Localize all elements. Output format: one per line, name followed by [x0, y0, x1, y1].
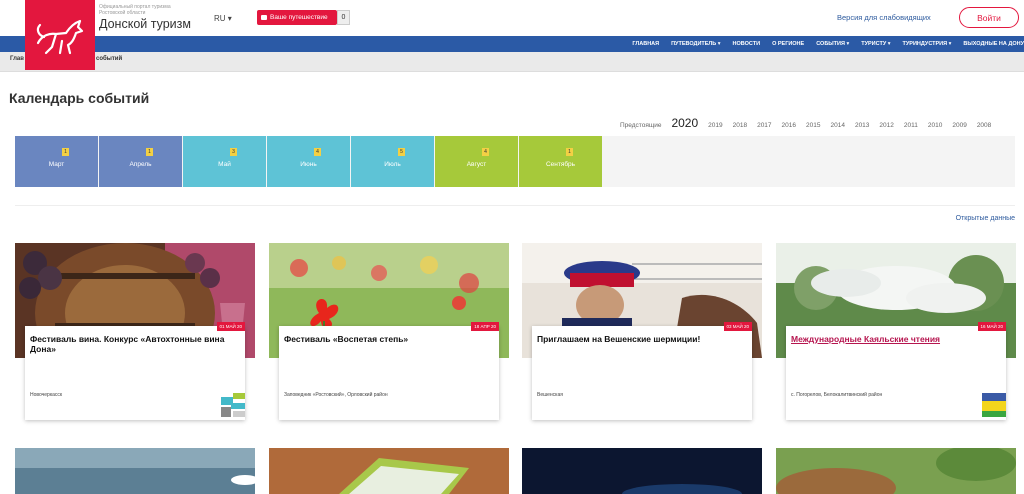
divider — [15, 205, 1015, 206]
event-image-partial[interactable] — [522, 448, 762, 494]
language-select[interactable]: RU ▾ — [214, 14, 232, 23]
brand-subtitle: Официальный портал туризма Ростовской об… — [99, 4, 171, 16]
page: Официальный портал туризма Ростовской об… — [0, 0, 1024, 494]
month-label: Август — [466, 160, 487, 168]
nav-item[interactable]: ТУРИНДУСТРИЯ ▾ — [903, 41, 952, 47]
month-label: Июнь — [300, 160, 317, 168]
year-current[interactable]: 2020 — [671, 116, 698, 130]
event-date-badge: 18 АПР 20 — [471, 322, 499, 331]
event-title[interactable]: Фестиваль вина. Конкурс «Автохтонные вин… — [30, 334, 235, 354]
month-event-count: 4 — [314, 148, 321, 156]
year-link[interactable]: 2009 — [952, 122, 966, 129]
year-link[interactable]: 2014 — [830, 122, 844, 129]
month-label: Июль — [384, 160, 401, 168]
month-tab[interactable]: 4 Август — [435, 136, 518, 187]
month-tab[interactable]: 1 Сентябрь — [519, 136, 602, 187]
event-card[interactable]: 18 АПР 20 Фестиваль «Воспетая степь» Зап… — [269, 243, 509, 423]
event-date-badge: 01 МАЙ 20 — [216, 322, 245, 331]
month-event-count: 5 — [398, 148, 405, 156]
month-event-count: 1 — [62, 148, 69, 156]
nav-item[interactable]: ТУРИСТУ ▾ — [861, 41, 890, 47]
event-place: Вешенская — [537, 392, 563, 398]
year-link[interactable]: 2010 — [928, 122, 942, 129]
site-header: Официальный портал туризма Ростовской об… — [0, 0, 1024, 70]
event-title[interactable]: Приглашаем на Вешенские шермиции! — [537, 334, 742, 344]
event-date-badge: 03 МАЙ 20 — [723, 322, 752, 331]
month-tab[interactable]: 3 Май — [183, 136, 266, 187]
suitcase-icon — [261, 15, 267, 20]
event-title[interactable]: Международные Каяльские чтения — [791, 334, 996, 344]
year-link[interactable]: 2019 — [708, 122, 722, 129]
year-link[interactable]: 2017 — [757, 122, 771, 129]
novocherkassk-emblem-icon — [221, 393, 245, 417]
year-link[interactable]: 2018 — [733, 122, 747, 129]
event-card-body: 01 МАЙ 20 Фестиваль вина. Конкурс «Автох… — [25, 322, 245, 420]
month-event-count: 4 — [482, 148, 489, 156]
month-label: Май — [218, 160, 231, 168]
brand-title[interactable]: Донской туризм — [99, 17, 191, 31]
main-nav: ГЛАВНАЯ ПУТЕВОДИТЕЛЬ ▾ НОВОСТИ О РЕГИОНЕ СОБ… — [0, 36, 1024, 52]
year-link[interactable]: 2016 — [782, 122, 796, 129]
trip-count-badge: 0 — [337, 10, 350, 25]
nav-item[interactable]: НОВОСТИ — [733, 41, 761, 47]
year-link[interactable]: 2015 — [806, 122, 820, 129]
login-button[interactable]: Войти — [959, 7, 1019, 28]
year-upcoming[interactable]: Предстоящие — [620, 122, 661, 129]
month-event-count: 1 — [146, 148, 153, 156]
event-image-partial[interactable] — [776, 448, 1016, 494]
open-data-link[interactable]: Открытые данные — [956, 215, 1015, 222]
event-image-partial[interactable] — [15, 448, 255, 494]
event-title[interactable]: Фестиваль «Воспетая степь» — [284, 334, 489, 344]
event-card-body: 16 МАЙ 20 Международные Каяльские чтения… — [786, 322, 1006, 420]
month-tab[interactable]: 5 Июль — [351, 136, 434, 187]
event-card[interactable]: 16 МАЙ 20 Международные Каяльские чтения… — [776, 243, 1016, 423]
event-card-body: 18 АПР 20 Фестиваль «Воспетая степь» Зап… — [279, 322, 499, 420]
your-trip-button[interactable]: Ваше путешествие — [257, 10, 337, 25]
month-label: Март — [48, 160, 65, 168]
event-date-badge: 16 МАЙ 20 — [977, 322, 1006, 331]
month-tabs: 1 Март 1 Апрель 3 Май 4 Июнь 5 Июль 4 Август 1 Сентяб… — [15, 136, 1015, 187]
event-card-body: 03 МАЙ 20 Приглашаем на Вешенские шермиц… — [532, 322, 752, 420]
event-place: Новочеркасск — [30, 392, 63, 398]
month-label: Сентябрь — [545, 160, 576, 168]
nav-item[interactable]: О РЕГИОНЕ — [772, 41, 804, 47]
year-link[interactable]: 2011 — [904, 122, 918, 129]
nav-item[interactable]: ВЫХОДНЫЕ НА ДОНУ — [963, 41, 1024, 47]
event-card[interactable]: 01 МАЙ 20 Фестиваль вина. Конкурс «Автох… — [15, 243, 255, 423]
event-image-partial[interactable] — [269, 448, 509, 494]
site-logo[interactable] — [25, 0, 95, 70]
horse-logo-icon — [36, 19, 84, 55]
nav-item[interactable]: СОБЫТИЯ ▾ — [816, 41, 849, 47]
main-nav-list: ГЛАВНАЯ ПУТЕВОДИТЕЛЬ ▾ НОВОСТИ О РЕГИОНЕ СОБ… — [620, 36, 1024, 52]
month-label: Апрель — [129, 160, 152, 168]
month-tab[interactable]: 4 Июнь — [267, 136, 350, 187]
nav-item[interactable]: ПУТЕВОДИТЕЛЬ ▾ — [671, 41, 720, 47]
year-link[interactable]: 2013 — [855, 122, 869, 129]
month-tab[interactable]: 1 Март — [15, 136, 98, 187]
district-flag-icon — [982, 393, 1006, 417]
page-title: Календарь событий — [9, 90, 150, 106]
breadcrumb-current: событий — [96, 56, 123, 62]
nav-item[interactable]: ГЛАВНАЯ — [632, 41, 659, 47]
brand: Официальный портал туризма Ростовской об… — [99, 4, 191, 31]
event-card[interactable]: 03 МАЙ 20 Приглашаем на Вешенские шермиц… — [522, 243, 762, 423]
year-link[interactable]: 2008 — [977, 122, 991, 129]
impaired-version-link[interactable]: Версия для слабовидящих — [837, 13, 931, 22]
your-trip-label: Ваше путешествие — [270, 14, 328, 21]
breadcrumb-home[interactable]: Глав — [10, 56, 24, 62]
month-event-count: 1 — [566, 148, 573, 156]
event-place: с. Погорелов, Белокалитвинский район — [791, 392, 883, 398]
month-event-count: 3 — [230, 148, 237, 156]
year-selector: Предстоящие 2020 2019 2018 2017 2016 2015 201… — [620, 116, 1020, 130]
breadcrumb: Глав событий — [0, 52, 1024, 72]
month-tab[interactable]: 1 Апрель — [99, 136, 182, 187]
event-place: Заповедник «Ростовский», Орловский район — [284, 392, 388, 398]
year-link[interactable]: 2012 — [879, 122, 893, 129]
